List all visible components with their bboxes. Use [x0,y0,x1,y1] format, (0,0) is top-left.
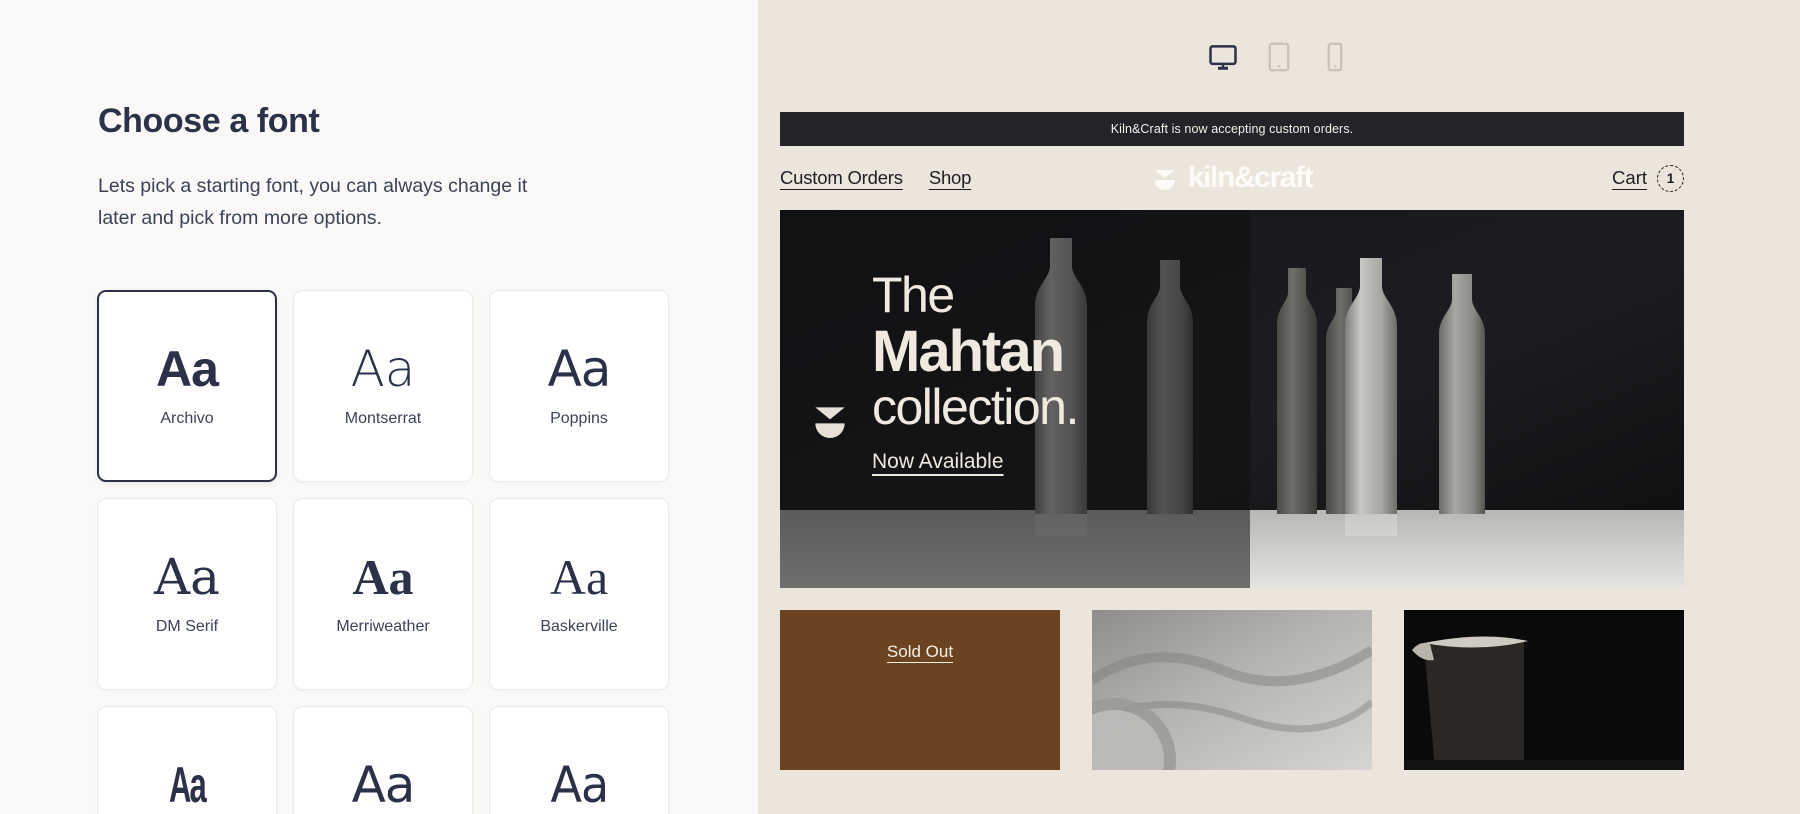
font-card-montserrat[interactable]: Aa Montserrat [293,290,473,482]
nav-link-custom-orders[interactable]: Custom Orders [780,167,903,189]
app-root: Choose a font Lets pick a starting font,… [0,0,1800,814]
desktop-icon[interactable] [1206,40,1240,74]
font-card-label: Montserrat [344,410,422,427]
cart-count-badge: 1 [1657,164,1684,192]
font-card-bebas-nueue[interactable]: AaBebas Nueue [97,706,277,814]
page-title: Choose a font [98,102,320,140]
page-subtitle: Lets pick a starting font, you can alway… [98,175,528,229]
texture-product-photo [1092,610,1372,770]
hero-line-1: The [872,267,955,323]
font-card-label: Poppins [550,410,608,427]
sold-out-product-card[interactable]: Sold Out [780,610,1060,770]
bowl-icon [1152,165,1178,191]
nav-link-shop[interactable]: Shop [929,167,972,189]
font-sample-glyph: Aa [549,549,609,605]
hero-bowl-icon [812,402,848,442]
brand-logo[interactable]: kiln&craft [1152,161,1314,195]
font-card-label: Archivo [160,410,214,427]
brand-name: kiln&craft [1187,161,1314,194]
font-sample-glyph: Aa [156,341,219,397]
sold-out-label: Sold Out [886,642,954,661]
font-sample-glyph: Aa [154,548,220,606]
pitcher-product-card[interactable] [1404,610,1684,770]
font-card-bebas-nueue[interactable]: AaBebas Nueue [293,706,473,814]
mobile-icon[interactable] [1318,40,1352,74]
hero-banner: The Mahtan collection. Now Available [780,210,1684,588]
hero-cta-link[interactable]: Now Available [872,450,1004,474]
tablet-icon[interactable] [1262,40,1296,74]
cart-area[interactable]: Cart 1 [1612,164,1684,192]
site-preview-frame: Kiln&Craft is now accepting custom order… [758,86,1758,814]
cart-link[interactable]: Cart [1612,167,1647,189]
font-card-label: Baskerville [540,618,618,635]
announcement-text: Kiln&Craft is now accepting custom order… [1110,122,1354,136]
font-sample-glyph: Aa [169,757,207,813]
font-sample-glyph: Aa [352,549,414,605]
site-preview-panel: Kiln&Craft is now accepting custom order… [758,0,1800,814]
hero-line-3: collection. [872,379,1079,435]
announcement-bar: Kiln&Craft is now accepting custom order… [780,112,1684,146]
hero-text: The Mahtan collection. Now Available [872,267,1079,474]
font-card-dm-serif[interactable]: Aa DM Serif [97,498,277,690]
font-sample-glyph: Aa [351,756,416,814]
font-sample-glyph: Aa [350,340,416,398]
pitcher-product-photo [1404,610,1684,770]
texture-product-card[interactable] [1092,610,1372,770]
font-card-label: Merriweather [336,618,430,635]
font-card-poppins[interactable]: Aa Poppins [489,290,669,482]
font-grid: Aa Archivo Aa Montserrat Aa Poppins Aa DM Serif… [97,290,677,814]
font-sample-glyph: Aa [550,756,609,814]
hero-line-2: Mahtan [872,319,1065,384]
font-card-baskerville[interactable]: Aa Baskerville [489,498,669,690]
font-sample-glyph: Aa [547,340,612,398]
font-card-label: DM Serif [155,618,219,635]
device-toggle-group [758,40,1800,74]
font-card-saira-con[interactable]: AaSaira Con [489,706,669,814]
font-chooser-panel: Choose a font Lets pick a starting font,… [0,0,758,814]
font-card-merriweather[interactable]: Aa Merriweather [293,498,473,690]
site-nav: Custom Orders Shop kiln&craft Cart 1 [780,146,1684,210]
product-row: Sold Out [780,610,1684,770]
font-card-archivo[interactable]: Aa Archivo [97,290,277,482]
